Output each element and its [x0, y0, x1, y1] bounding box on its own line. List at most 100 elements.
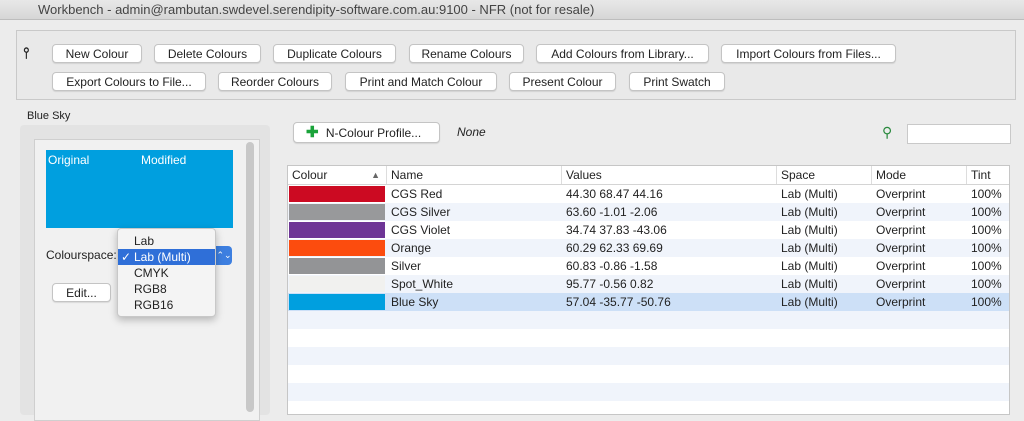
- table-row[interactable]: CGS Red 44.30 68.47 44.16 Lab (Multi) Overp…: [288, 185, 1009, 203]
- cell-values: 60.29 62.33 69.69: [566, 241, 663, 255]
- colour-swatch: [289, 294, 385, 310]
- option-lab-multi[interactable]: ✓ Lab (Multi): [118, 249, 215, 265]
- cell-mode: Overprint: [876, 295, 926, 309]
- wrench-icon: ⫯: [23, 45, 30, 62]
- colour-swatch: [289, 204, 385, 220]
- cell-values: 44.30 68.47 44.16: [566, 187, 663, 201]
- reorder-colours-button[interactable]: Reorder Colours: [218, 72, 332, 91]
- empty-row: [288, 347, 1009, 365]
- present-colour-button[interactable]: Present Colour: [509, 72, 616, 91]
- plus-icon: ✚: [306, 124, 319, 141]
- import-colours-button[interactable]: Import Colours from Files...: [721, 44, 896, 63]
- cell-tint: 100%: [971, 277, 1002, 291]
- table-header: Colour ▲ Name Values Space Mode Tint: [288, 166, 1009, 185]
- cell-tint: 100%: [971, 241, 1002, 255]
- cell-mode: Overprint: [876, 187, 926, 201]
- option-rgb8[interactable]: RGB8: [118, 281, 215, 297]
- cell-space: Lab (Multi): [781, 241, 838, 255]
- colour-swatch: [289, 240, 385, 256]
- option-label: Lab (Multi): [134, 250, 191, 264]
- cell-tint: 100%: [971, 259, 1002, 273]
- table-row[interactable]: Orange 60.29 62.33 69.69 Lab (Multi) Overpr…: [288, 239, 1009, 257]
- cell-space: Lab (Multi): [781, 277, 838, 291]
- cell-mode: Overprint: [876, 259, 926, 273]
- profile-value: None: [457, 125, 486, 139]
- table-row[interactable]: Blue Sky 57.04 -35.77 -50.76 Lab (Multi) Ov…: [288, 293, 1009, 311]
- empty-row: [288, 329, 1009, 347]
- colour-swatch: [289, 258, 385, 274]
- delete-colours-button[interactable]: Delete Colours: [154, 44, 261, 63]
- checkmark-icon: ✓: [121, 250, 132, 264]
- cell-values: 60.83 -0.86 -1.58: [566, 259, 658, 273]
- cell-tint: 100%: [971, 187, 1002, 201]
- option-rgb16[interactable]: RGB16: [118, 297, 215, 313]
- colour-table: Colour ▲ Name Values Space Mode Tint CGS …: [287, 165, 1010, 415]
- colour-swatch: [289, 222, 385, 238]
- header-mode[interactable]: Mode: [871, 166, 966, 184]
- colour-swatch: [289, 186, 385, 202]
- cell-mode: Overprint: [876, 205, 926, 219]
- cell-name: Orange: [391, 241, 432, 255]
- cell-space: Lab (Multi): [781, 295, 838, 309]
- table-body: CGS Red 44.30 68.47 44.16 Lab (Multi) Overp…: [288, 185, 1009, 419]
- empty-row: [288, 401, 1009, 419]
- add-colours-from-library-button[interactable]: Add Colours from Library...: [536, 44, 709, 63]
- rename-colours-button[interactable]: Rename Colours: [409, 44, 524, 63]
- table-row[interactable]: Spot_White 95.77 -0.56 0.82 Lab (Multi) Ove…: [288, 275, 1009, 293]
- original-label: Original: [48, 153, 90, 167]
- header-values[interactable]: Values: [561, 166, 776, 184]
- colourspace-dropdown[interactable]: Lab ✓ Lab (Multi) CMYK RGB8 RGB16: [117, 228, 216, 317]
- search-icon: ⚲: [882, 124, 893, 140]
- n-colour-profile-button[interactable]: ✚ N-Colour Profile...: [293, 122, 440, 143]
- header-tint[interactable]: Tint: [966, 166, 1011, 184]
- table-row[interactable]: CGS Silver 63.60 -1.01 -2.06 Lab (Multi) Ov…: [288, 203, 1009, 221]
- colourspace-label: Colourspace:: [46, 248, 117, 262]
- colour-swatch: [289, 276, 385, 292]
- cell-values: 95.77 -0.56 0.82: [566, 277, 654, 291]
- cell-mode: Overprint: [876, 277, 926, 291]
- option-cmyk[interactable]: CMYK: [118, 265, 215, 281]
- cell-tint: 100%: [971, 223, 1002, 237]
- scrollbar[interactable]: [246, 142, 254, 412]
- cell-values: 34.74 37.83 -43.06: [566, 223, 667, 237]
- cell-space: Lab (Multi): [781, 259, 838, 273]
- header-name[interactable]: Name: [386, 166, 561, 184]
- cell-space: Lab (Multi): [781, 187, 838, 201]
- cell-name: Blue Sky: [391, 295, 439, 309]
- colour-preview: Original Modified: [46, 150, 233, 228]
- chevron-updown-icon[interactable]: ⌃⌄: [216, 246, 232, 265]
- empty-row: [288, 383, 1009, 401]
- cell-name: CGS Red: [391, 187, 443, 201]
- cell-tint: 100%: [971, 295, 1002, 309]
- cell-space: Lab (Multi): [781, 205, 838, 219]
- header-colour[interactable]: Colour ▲: [288, 166, 386, 184]
- cell-name: Spot_White: [391, 277, 454, 291]
- window-title: Workbench - admin@rambutan.swdevel.seren…: [0, 0, 1024, 20]
- edit-button[interactable]: Edit...: [52, 283, 111, 302]
- export-colours-button[interactable]: Export Colours to File...: [52, 72, 206, 91]
- selected-colour-title: Blue Sky: [27, 110, 71, 122]
- option-lab[interactable]: Lab: [118, 233, 215, 249]
- empty-row: [288, 365, 1009, 383]
- table-row[interactable]: CGS Violet 34.74 37.83 -43.06 Lab (Multi) O…: [288, 221, 1009, 239]
- duplicate-colours-button[interactable]: Duplicate Colours: [273, 44, 396, 63]
- print-and-match-button[interactable]: Print and Match Colour: [345, 72, 497, 91]
- cell-tint: 100%: [971, 205, 1002, 219]
- header-space[interactable]: Space: [776, 166, 871, 184]
- print-swatch-button[interactable]: Print Swatch: [629, 72, 725, 91]
- cell-values: 63.60 -1.01 -2.06: [566, 205, 658, 219]
- cell-values: 57.04 -35.77 -50.76: [566, 295, 671, 309]
- cell-name: Silver: [391, 259, 422, 273]
- cell-space: Lab (Multi): [781, 223, 838, 237]
- cell-name: CGS Silver: [391, 205, 451, 219]
- search-input[interactable]: [907, 124, 1011, 144]
- cell-mode: Overprint: [876, 223, 926, 237]
- empty-row: [288, 311, 1009, 329]
- new-colour-button[interactable]: New Colour: [52, 44, 142, 63]
- modified-label: Modified: [141, 153, 187, 167]
- sort-asc-icon: ▲: [371, 170, 380, 180]
- table-row[interactable]: Silver 60.83 -0.86 -1.58 Lab (Multi) Overpr…: [288, 257, 1009, 275]
- button-label: N-Colour Profile...: [325, 126, 422, 140]
- cell-mode: Overprint: [876, 241, 926, 255]
- cell-name: CGS Violet: [391, 223, 451, 237]
